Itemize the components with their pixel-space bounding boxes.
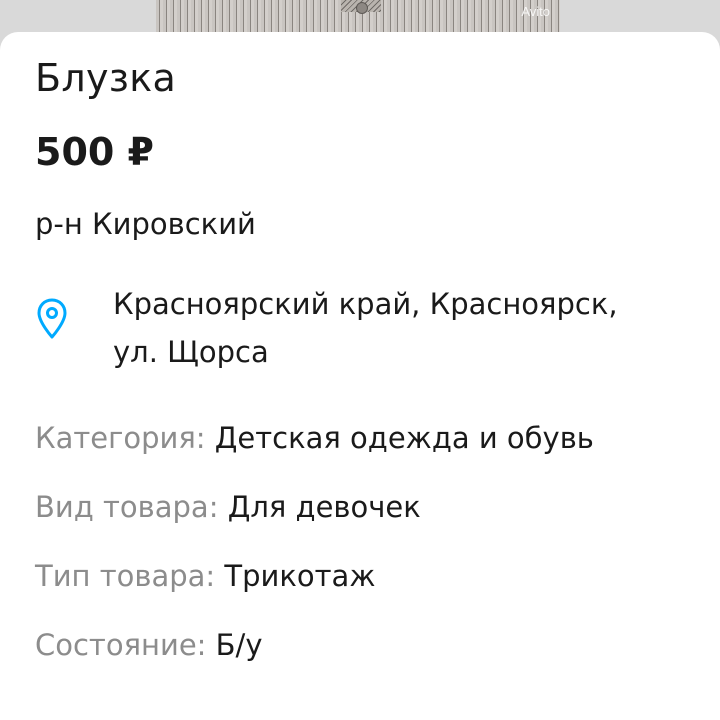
listing-photo[interactable]: Avito [156,0,560,32]
avito-watermark: Avito [521,4,550,19]
location-pin-icon[interactable] [36,297,68,341]
address-line-1: Красноярский край, Красноярск, [113,287,618,321]
photo-button-detail [356,2,368,14]
param-item-kind: Вид товара: Для девочек [35,490,421,524]
listing-price: 500 ₽ [35,130,154,174]
param-condition: Состояние: Б/у [35,628,262,662]
address-line-2: ул. Щорса [113,335,269,369]
param-category: Категория: Детская одежда и обувь [35,421,594,455]
param-value: Б/у [215,628,263,662]
listing-title: Блузка [35,56,177,100]
param-label: Категория: [35,421,206,455]
listing-address[interactable]: Красноярский край, Красноярск, ул. Щорса [113,280,693,376]
param-label: Состояние: [35,628,207,662]
param-item-type: Тип товара: Трикотаж [35,559,375,593]
param-label: Вид товара: [35,490,219,524]
listing-district: р-н Кировский [35,207,256,241]
param-label: Тип товара: [35,559,216,593]
param-value: Детская одежда и обувь [214,421,594,455]
param-value: Трикотаж [224,559,376,593]
param-value: Для девочек [227,490,421,524]
